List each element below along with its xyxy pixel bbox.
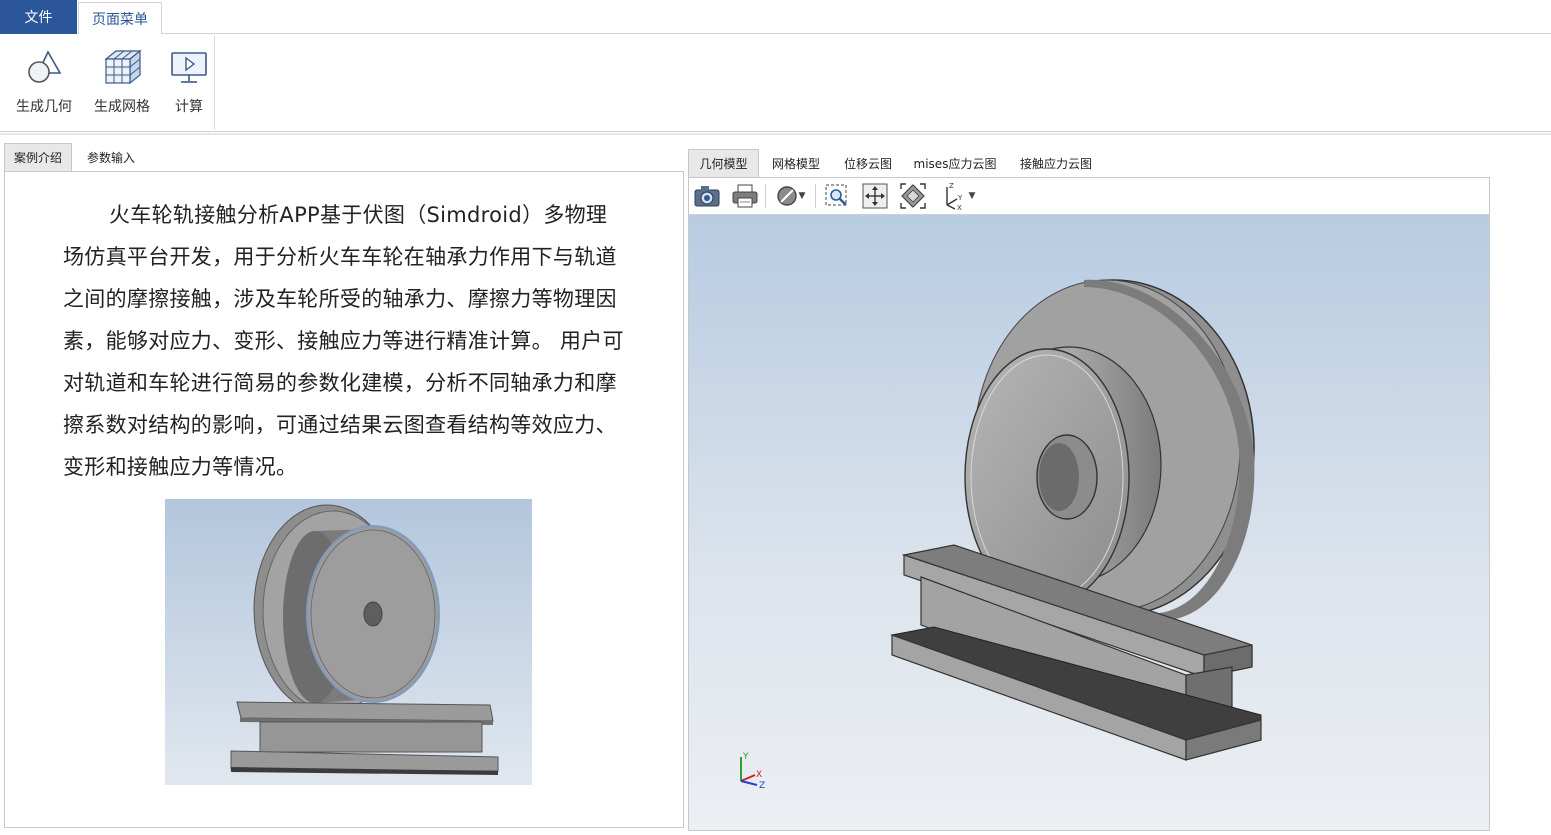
preview-image — [165, 499, 532, 785]
axis-triad: Y X Z — [740, 752, 765, 791]
ribbon-divider — [0, 133, 1551, 135]
print-icon[interactable] — [729, 181, 761, 211]
pan-icon[interactable] — [859, 181, 891, 211]
model-viewer-panel: ▼ Z Y X ▼ Y X Z — [688, 177, 1490, 831]
svg-text:Z: Z — [949, 182, 954, 190]
fit-view-icon[interactable] — [897, 181, 929, 211]
generate-mesh-button[interactable]: 生成网格 — [94, 46, 150, 116]
tab-case-intro[interactable]: 案例介绍 — [4, 143, 72, 171]
page-menu-tab[interactable]: 页面菜单 — [78, 2, 162, 35]
ribbon-group: 生成几何 生成网格 计算 — [6, 36, 215, 130]
file-menu-tab[interactable]: 文件 — [0, 0, 77, 34]
generate-geometry-button[interactable]: 生成几何 — [16, 46, 72, 116]
tab-geometry-model[interactable]: 几何模型 — [688, 149, 759, 177]
tab-mesh-model[interactable]: 网格模型 — [764, 149, 828, 177]
axis-x-label: X — [756, 770, 762, 780]
zoom-box-icon[interactable] — [821, 181, 853, 211]
camera-icon[interactable] — [691, 181, 723, 211]
compute-icon — [168, 46, 210, 88]
axis-view-icon[interactable]: Z Y X ▼ — [935, 181, 979, 211]
ribbon: 生成几何 生成网格 计算 — [0, 34, 1551, 132]
menu-bar: 文件 页面菜单 — [0, 0, 1551, 35]
generate-mesh-label: 生成网格 — [94, 99, 150, 115]
axis-y-label: Y — [742, 752, 749, 762]
3d-viewport[interactable]: Y X Z — [689, 215, 1489, 830]
axis-z-label: Z — [759, 781, 765, 791]
svg-text:X: X — [957, 204, 962, 211]
generate-geometry-label: 生成几何 — [16, 99, 72, 115]
tab-contact-stress-contour[interactable]: 接触应力云图 — [1014, 149, 1098, 177]
compute-button[interactable]: 计算 — [168, 46, 210, 116]
tab-displacement-contour[interactable]: 位移云图 — [836, 149, 900, 177]
compute-label: 计算 — [175, 99, 203, 115]
tab-mises-stress-contour[interactable]: mises应力云图 — [910, 149, 1000, 177]
intro-text: 火车轮轨接触分析APP基于伏图（Simdroid）多物理场仿真平台开发，用于分析… — [63, 203, 624, 479]
viewer-toolbar: ▼ Z Y X ▼ — [689, 178, 1489, 215]
case-intro-panel: 火车轮轨接触分析APP基于伏图（Simdroid）多物理场仿真平台开发，用于分析… — [4, 171, 684, 828]
geometry-icon — [23, 46, 65, 88]
tab-parameter-input[interactable]: 参数输入 — [76, 143, 146, 171]
svg-text:Y: Y — [957, 194, 963, 202]
render-style-icon[interactable]: ▼ — [771, 181, 809, 211]
mesh-icon — [101, 46, 143, 88]
